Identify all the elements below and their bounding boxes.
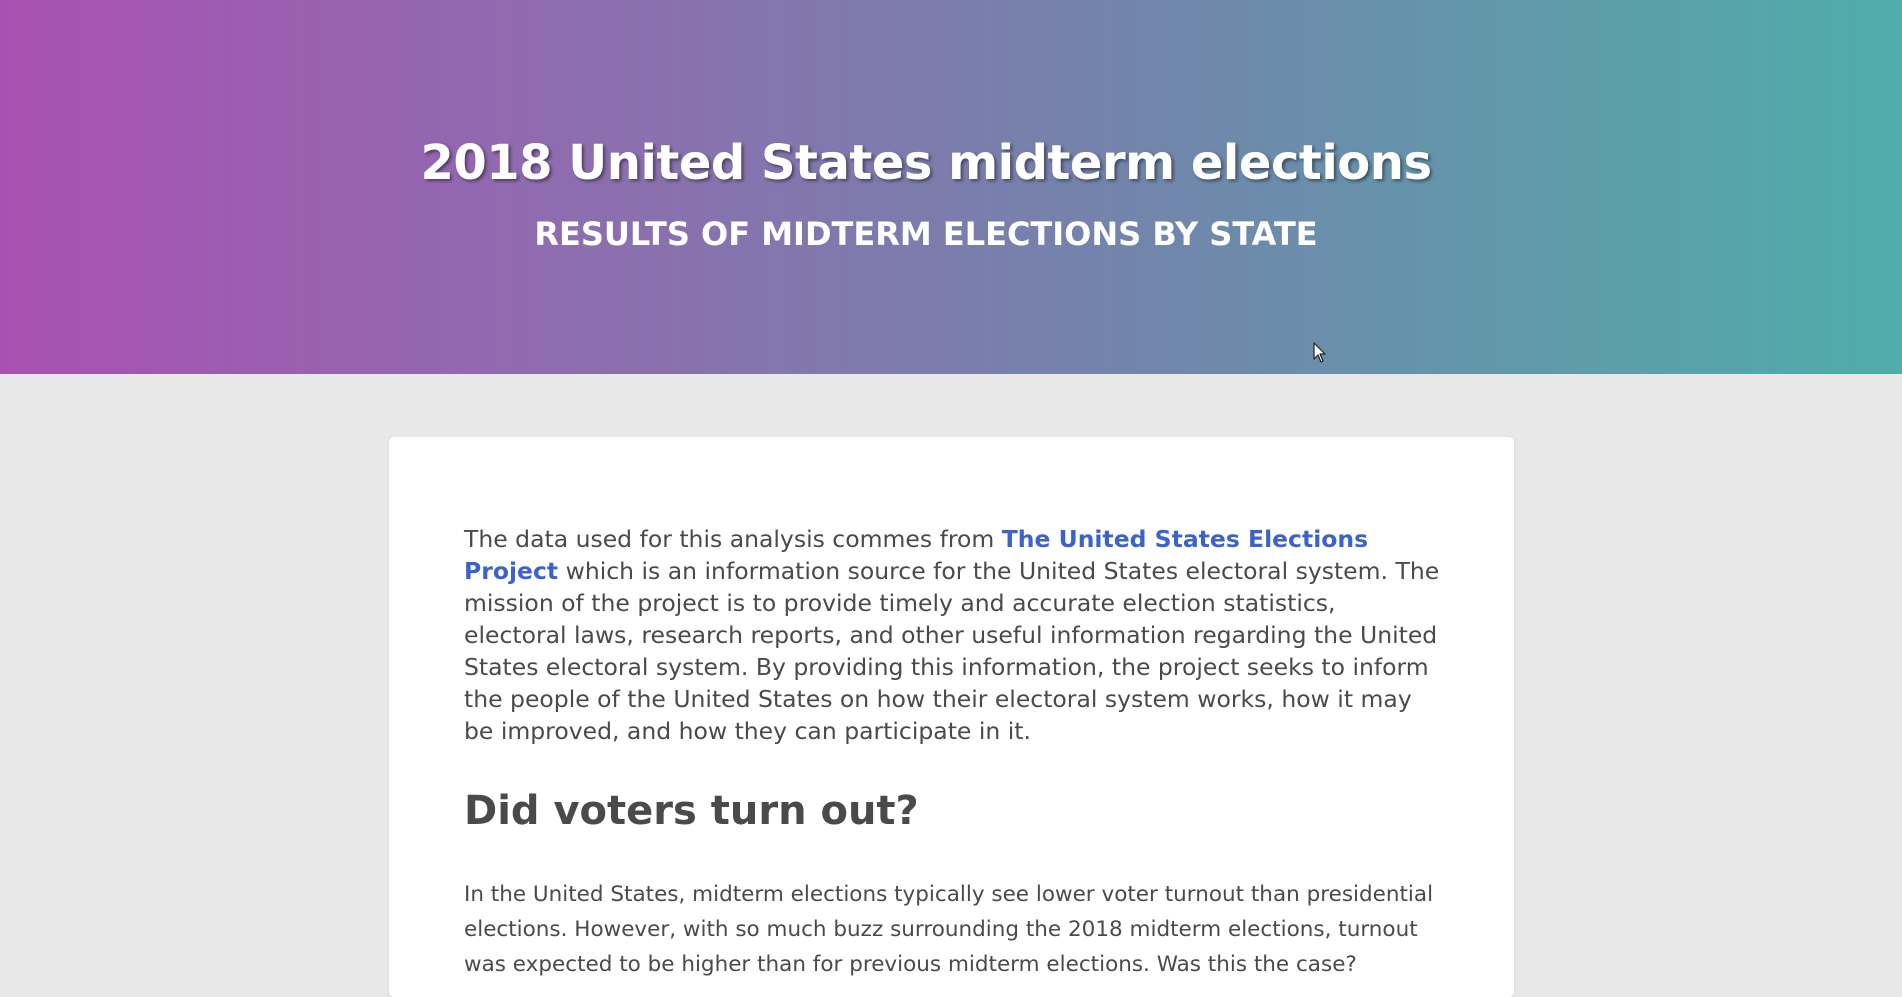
card-content: The data used for this analysis commes f… [464, 523, 1444, 982]
section-heading: Did voters turn out? [464, 788, 919, 834]
page-subtitle: RESULTS OF MIDTERM ELECTIONS BY STATE [534, 215, 1318, 253]
page-title: 2018 United States midterm elections [420, 135, 1432, 191]
content-card: The data used for this analysis commes f… [389, 437, 1514, 997]
section-paragraph: In the United States, midterm elections … [464, 882, 1434, 977]
intro-text-before-link: The data used for this analysis commes f… [464, 525, 1002, 553]
intro-paragraph: The data used for this analysis commes f… [464, 523, 1444, 747]
intro-text-after-link: which is an information source for the U… [464, 557, 1440, 745]
hero-banner: 2018 United States midterm elections RES… [0, 0, 1902, 374]
mouse-pointer-icon [1313, 342, 1326, 363]
